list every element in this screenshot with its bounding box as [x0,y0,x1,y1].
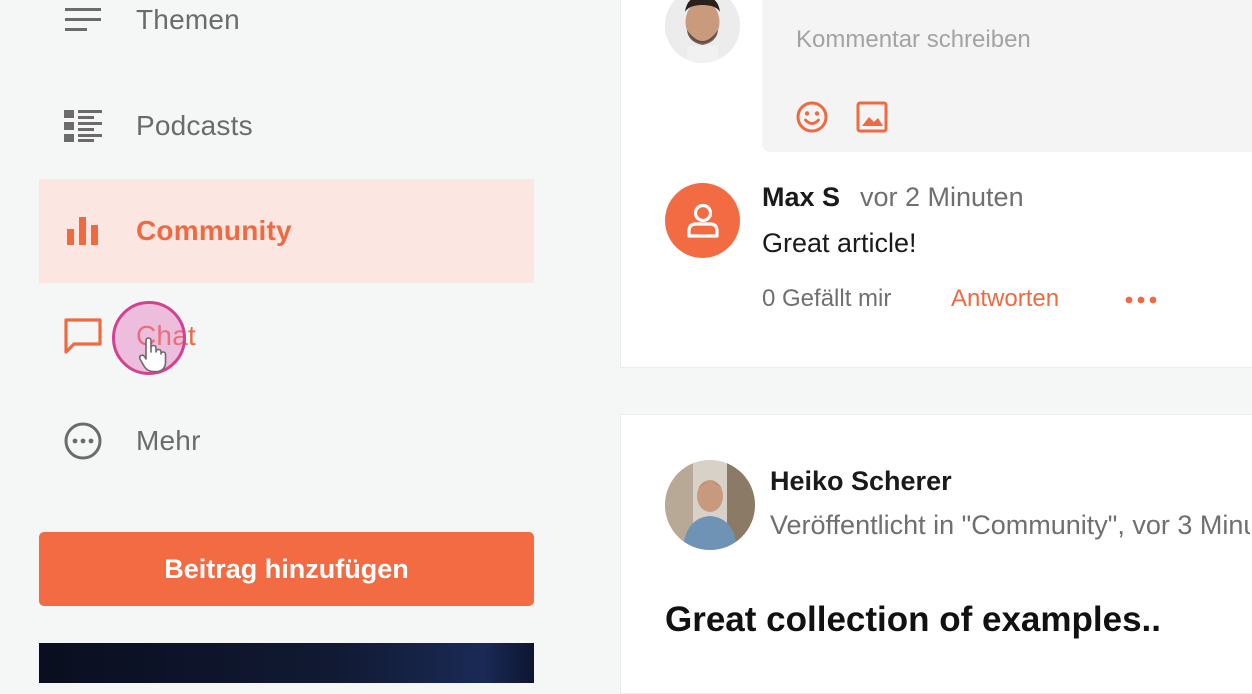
sidebar-item-podcasts[interactable]: Podcasts [39,74,534,178]
comment-composer [762,0,1252,152]
post-meta: Veröffentlicht in "Community", vor 3 Min… [770,510,1250,540]
comment-input[interactable] [794,20,1234,60]
post-author-avatar[interactable] [665,460,755,550]
sidebar-item-label: Mehr [136,425,201,456]
bar-chart-icon [61,209,105,253]
comment-timestamp: vor 2 Minuten [860,182,1024,212]
like-button[interactable]: 0 Gefällt mir [762,285,891,313]
post-author[interactable]: Heiko Scherer [770,466,952,497]
sidebar-item-mehr[interactable]: Mehr [39,389,534,493]
promo-banner[interactable] [39,643,534,683]
user-icon [686,203,719,238]
sidebar-item-themen[interactable]: Themen [39,0,534,72]
comment-text: Great article! [762,228,917,258]
comment-author[interactable]: Max S [762,182,840,213]
add-post-button[interactable]: Beitrag hinzufügen [39,532,534,606]
post-card [620,414,1252,694]
more-circle-icon [61,419,105,463]
post-title[interactable]: Great collection of examples.. [665,600,1161,640]
hand-cursor-icon [138,337,167,373]
reply-button[interactable]: Antworten [951,285,1059,313]
sidebar: Themen Podcasts Community Chat Mehr Beit… [0,0,580,683]
more-options-icon[interactable] [1123,290,1161,310]
sidebar-item-label: Themen [136,4,240,35]
list-lines-icon [61,0,105,42]
podcast-list-icon [61,104,105,148]
sidebar-item-label: Community [136,215,292,246]
commenter-avatar [665,183,740,258]
chat-bubble-icon [61,314,105,358]
sidebar-item-community[interactable]: Community [39,179,534,283]
emoji-icon[interactable] [795,100,829,134]
sidebar-item-label: Podcasts [136,110,253,141]
image-icon[interactable] [855,100,889,134]
